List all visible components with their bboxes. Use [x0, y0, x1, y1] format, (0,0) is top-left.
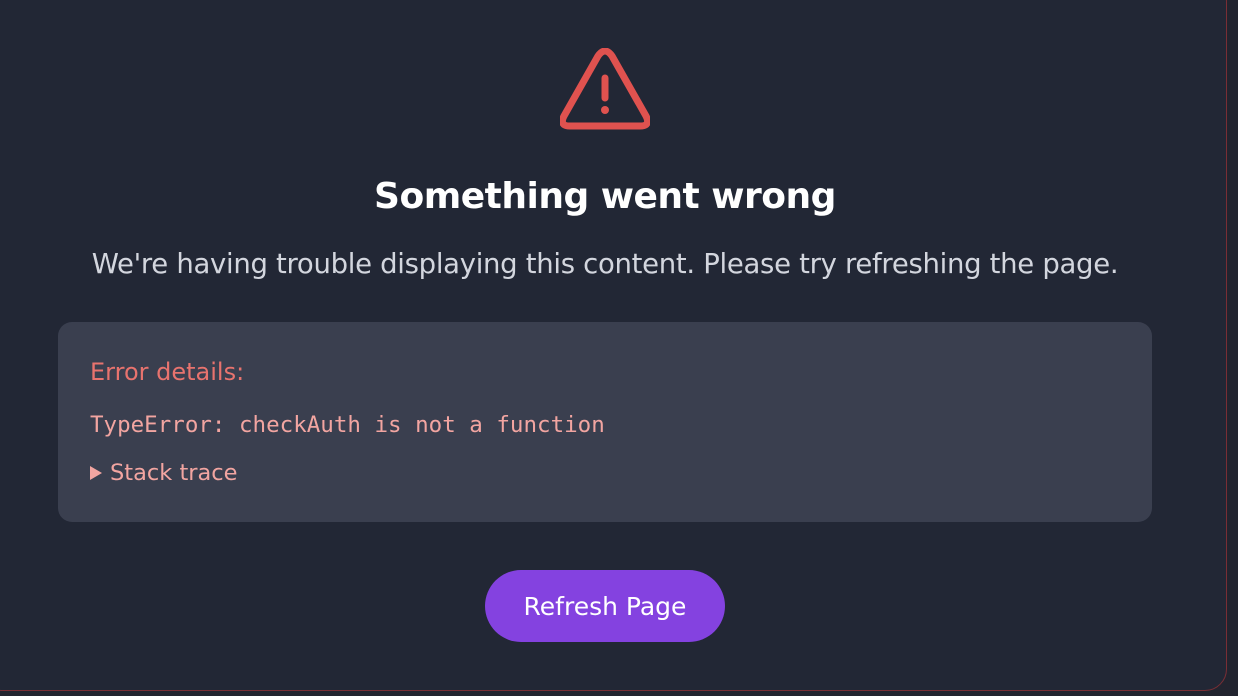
- refresh-page-button[interactable]: Refresh Page: [485, 570, 725, 642]
- disclosure-triangle-icon: [90, 466, 102, 480]
- error-text: TypeError: checkAuth is not a function: [90, 412, 605, 438]
- error-title: Something went wrong: [374, 176, 836, 217]
- stack-trace-toggle[interactable]: Stack trace: [90, 460, 238, 486]
- warning-triangle-icon: [560, 48, 650, 130]
- error-details-box: Error details: TypeError: checkAuth is n…: [58, 322, 1152, 522]
- stack-trace-label: Stack trace: [110, 460, 238, 486]
- error-details-heading: Error details:: [90, 358, 245, 386]
- error-boundary: Something went wrong We're having troubl…: [0, 0, 1210, 696]
- error-message: We're having trouble displaying this con…: [91, 248, 1119, 280]
